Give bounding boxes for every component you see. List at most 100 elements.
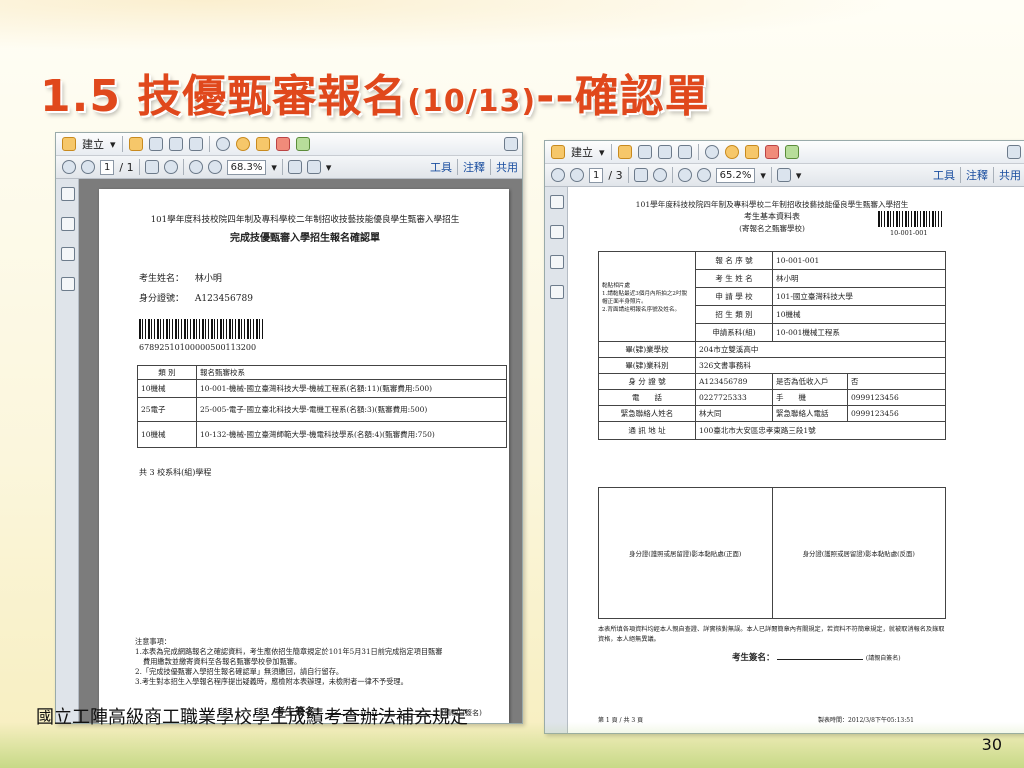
fit-page-icon[interactable]: [776, 168, 791, 182]
next-page-icon[interactable]: [570, 168, 584, 182]
create-button[interactable]: 建立: [82, 136, 104, 152]
fit-page-icon[interactable]: [287, 160, 302, 174]
more-chevron-icon[interactable]: ▾: [326, 161, 332, 174]
signature-panel-icon[interactable]: [550, 285, 564, 299]
prev-page-icon[interactable]: [62, 160, 76, 174]
print-icon[interactable]: [168, 137, 183, 151]
share-tab[interactable]: 共用: [496, 159, 518, 175]
settings-gear-icon[interactable]: [704, 145, 719, 159]
prev-page-icon[interactable]: [551, 168, 565, 182]
sign-icon[interactable]: [764, 145, 779, 159]
info-value: 100臺北市大安區忠孝東路三段1號: [695, 421, 946, 440]
page-number-input[interactable]: 1: [589, 167, 604, 183]
page-thumbnails-icon[interactable]: [550, 195, 564, 209]
barcode-number: 67892510100000500113200: [139, 343, 257, 352]
info-value: 0227725333: [695, 389, 773, 406]
sticky-note-icon[interactable]: [744, 145, 759, 159]
comment-tab[interactable]: 注釋: [966, 167, 988, 183]
zoom-dropdown-icon[interactable]: ▾: [760, 169, 766, 182]
page-thumbnails-icon[interactable]: [61, 187, 75, 201]
email-icon[interactable]: [188, 137, 203, 151]
decorative-grass: [0, 722, 1024, 768]
row-application: 10-132-機械-國立臺灣師範大學-機電科技學系(名額:4)(甄審費用:750…: [196, 421, 507, 448]
title-main: 1.5 技優甄審報名: [40, 71, 408, 122]
zoom-in-icon[interactable]: [207, 160, 222, 174]
sticky-note-icon[interactable]: [255, 137, 270, 151]
table-row: 黏貼相片處 1.請黏貼最近3個月內所拍之2吋脫帽正面半身照片。 2.背面請註明報…: [598, 251, 946, 342]
tools-tab[interactable]: 工具: [430, 159, 452, 175]
right-pdf-page: 101學年度科技校院四年制及專科學校二年制招收技藝技能優良學生甄審入學招生 考生…: [572, 191, 972, 731]
info-value: 0999123456: [847, 405, 946, 422]
toolbar-separator: [993, 167, 994, 183]
attachment-icon[interactable]: [61, 247, 75, 261]
zoom-input[interactable]: 65.2%: [715, 167, 756, 183]
expand-icon[interactable]: [504, 137, 518, 151]
hand-tool-icon[interactable]: [163, 160, 178, 174]
open-folder-icon[interactable]: [617, 145, 632, 159]
comment-icon[interactable]: [235, 137, 250, 151]
toolbar-separator: [457, 159, 458, 175]
info-label: 畢(肄)業科別: [598, 357, 696, 374]
id-front-area: 身分證(護照或居留證)影本黏貼處(正面): [598, 487, 773, 619]
slide-footer-note: 國立工陣高級商工職業學校學生成績考查辦法補充規定: [36, 707, 468, 728]
share-tab[interactable]: 共用: [999, 167, 1021, 183]
sign-icon[interactable]: [275, 137, 290, 151]
note-line: 費用繳款並繳寄資料至各報名甄審學校參加甄審。: [143, 657, 302, 666]
export-icon[interactable]: [295, 137, 310, 151]
create-icon[interactable]: [62, 137, 76, 151]
tools-tab[interactable]: 工具: [933, 167, 955, 183]
chevron-down-icon[interactable]: ▾: [110, 138, 116, 151]
settings-gear-icon[interactable]: [215, 137, 230, 151]
bookmark-icon[interactable]: [61, 217, 75, 231]
chevron-down-icon[interactable]: ▾: [599, 146, 605, 159]
more-chevron-icon[interactable]: ▾: [796, 169, 802, 182]
select-cursor-icon[interactable]: [144, 160, 159, 174]
hand-tool-icon[interactable]: [652, 168, 667, 182]
comment-tab[interactable]: 注釋: [463, 159, 485, 175]
info-value: 10-001-001: [772, 251, 946, 270]
export-icon[interactable]: [784, 145, 799, 159]
open-folder-icon[interactable]: [128, 137, 143, 151]
slide-number: 30: [981, 735, 1002, 754]
name-value: 林小明: [194, 274, 222, 284]
email-icon[interactable]: [677, 145, 692, 159]
sign-hint: (請親自簽名): [865, 655, 901, 662]
decorative-header-band: [0, 0, 1024, 60]
total-count: 共 3 校系科(組)學程: [139, 468, 212, 477]
info-label: 緊急聯絡人姓名: [598, 405, 696, 422]
print-icon[interactable]: [657, 145, 672, 159]
comment-icon[interactable]: [724, 145, 739, 159]
table-row: 身分證(護照或居留證)影本黏貼處(正面) 身分證(護照或居留證)影本黏貼處(反面…: [598, 487, 946, 619]
create-button[interactable]: 建立: [571, 144, 593, 160]
expand-icon[interactable]: [1007, 145, 1021, 159]
page-number-input[interactable]: 1: [100, 159, 115, 175]
right-document-viewer[interactable]: 101學年度科技校院四年制及專科學校二年制招收技藝技能優良學生甄審入學招生 考生…: [568, 187, 1024, 733]
zoom-out-icon[interactable]: [188, 160, 203, 174]
save-icon[interactable]: [148, 137, 163, 151]
zoom-dropdown-icon[interactable]: ▾: [271, 161, 277, 174]
title-tail: --確認單: [536, 71, 710, 122]
info-label: 通 訊 地 址: [598, 421, 696, 440]
select-cursor-icon[interactable]: [633, 168, 648, 182]
toolbar-separator: [671, 167, 673, 183]
table-row: 電 話 0227725333 手 機 0999123456: [598, 389, 946, 406]
signature-line: 考生簽名： (請親自簽名): [732, 651, 901, 663]
create-icon[interactable]: [551, 145, 565, 159]
toolbar-separator: [208, 136, 210, 152]
save-icon[interactable]: [637, 145, 652, 159]
toolbar-separator: [627, 167, 629, 183]
fit-width-icon[interactable]: [306, 160, 321, 174]
notes-block: 注意事項： 1.本表為完成網路報名之確認資料，考生應依招生簡章規定於101年5月…: [135, 637, 509, 687]
next-page-icon[interactable]: [81, 160, 95, 174]
toolbar-separator: [770, 167, 772, 183]
signature-panel-icon[interactable]: [61, 277, 75, 291]
attachment-icon[interactable]: [550, 255, 564, 269]
info-label: 是否為低收入戶: [772, 373, 848, 390]
zoom-in-icon[interactable]: [696, 168, 711, 182]
id-value: A123456789: [194, 294, 253, 304]
doc-title-line2: 完成技優甄審入學招生報名確認單: [230, 233, 380, 244]
zoom-out-icon[interactable]: [677, 168, 692, 182]
zoom-input[interactable]: 68.3%: [226, 159, 267, 175]
left-document-viewer[interactable]: 101學年度科技校院四年制及專科學校二年制招收技藝技能優良學生甄審入學招生 完成…: [79, 179, 522, 723]
bookmark-icon[interactable]: [550, 225, 564, 239]
